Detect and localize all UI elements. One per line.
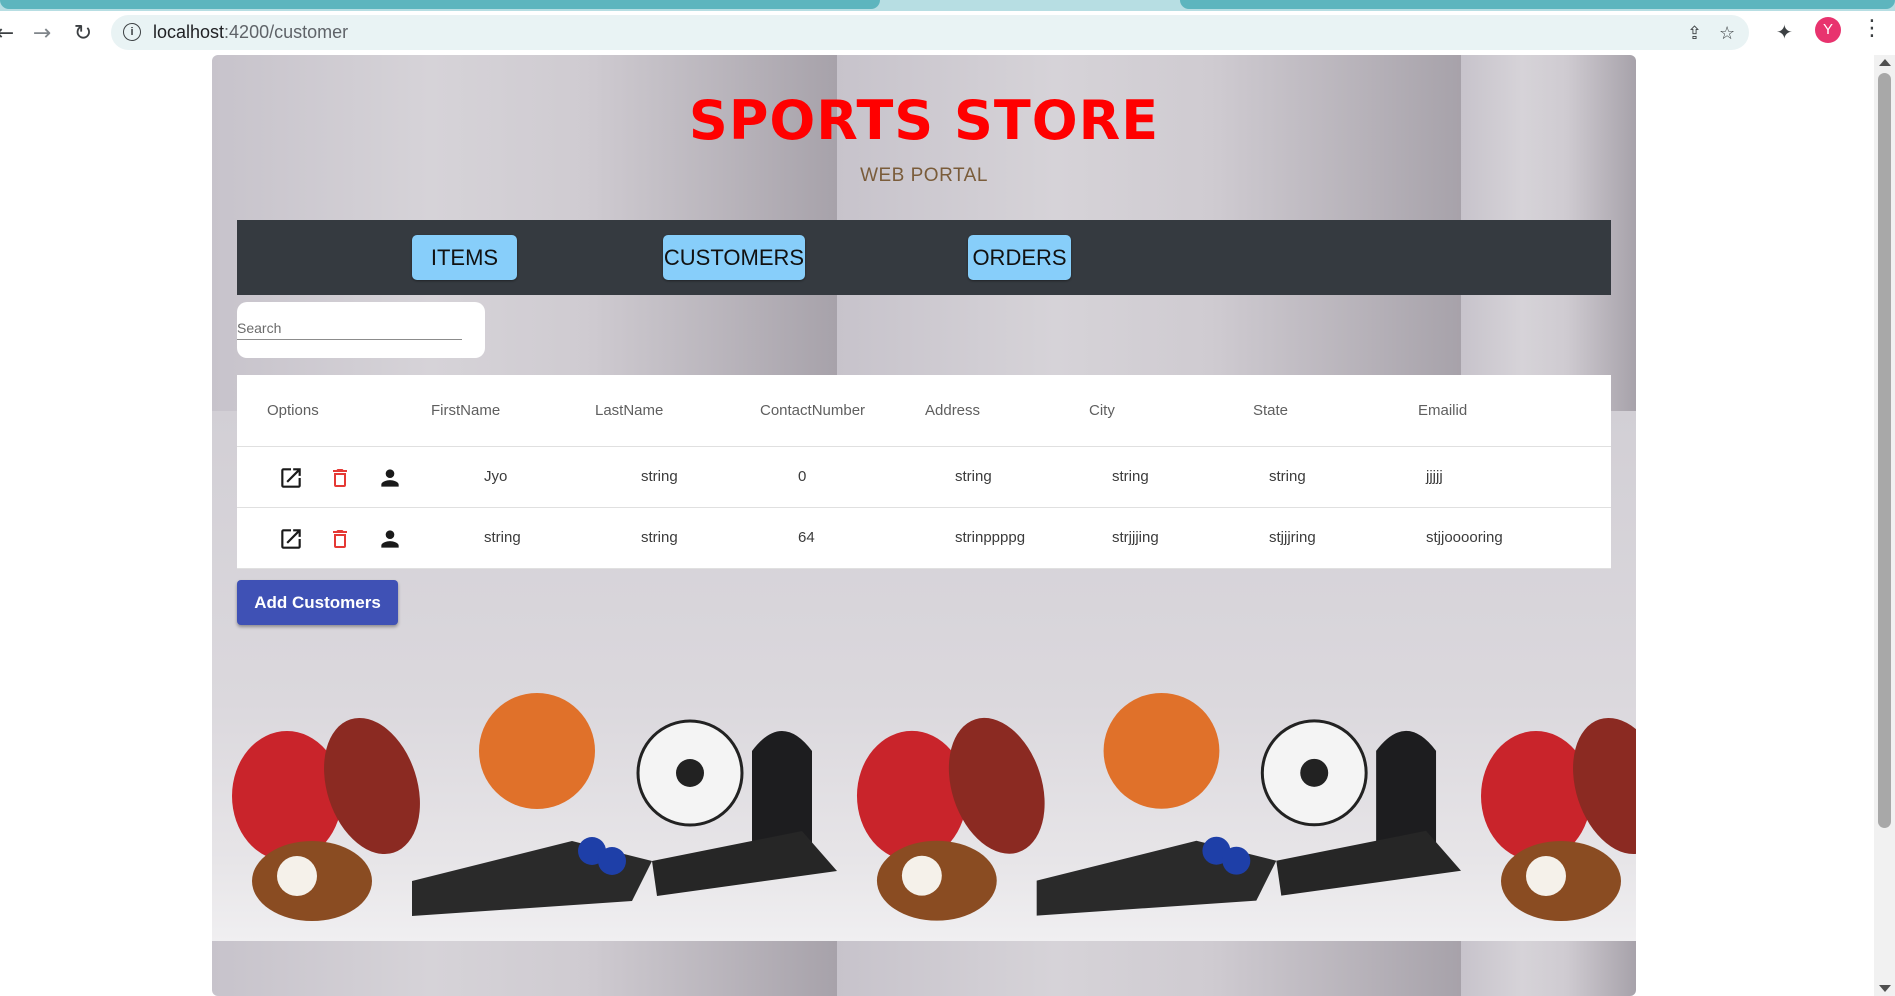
- cell-address: string: [955, 468, 992, 485]
- cell-emailid: stjjooooring: [1426, 529, 1503, 546]
- nav-orders-button[interactable]: ORDERS: [968, 235, 1071, 280]
- browser-tab[interactable]: [1180, 0, 1895, 9]
- column-header-options: Options: [267, 402, 319, 419]
- cell-city: strjjjing: [1112, 529, 1159, 546]
- open-in-new-icon[interactable]: [277, 525, 305, 553]
- nav-customers-button[interactable]: CUSTOMERS: [663, 235, 805, 280]
- address-bar[interactable]: i localhost:4200/customer ⇪ ☆: [111, 15, 1749, 50]
- browser-tab[interactable]: [0, 0, 880, 9]
- search-input[interactable]: [237, 317, 462, 340]
- person-icon[interactable]: [376, 464, 404, 492]
- browser-tab-strip: [0, 0, 1895, 11]
- column-header-state: State: [1253, 402, 1289, 419]
- app-page: SPORTS STORE WEB PORTAL ITEMS CUSTOMERS …: [212, 55, 1636, 996]
- customers-table: Options FirstName LastName ContactNumber…: [237, 375, 1611, 569]
- open-in-new-icon[interactable]: [277, 464, 305, 492]
- nav-items-button[interactable]: ITEMS: [412, 235, 517, 280]
- column-header-city: City: [1089, 402, 1115, 419]
- forward-icon[interactable]: →: [29, 20, 55, 46]
- nav-bar: ITEMS CUSTOMERS ORDERS: [237, 220, 1611, 295]
- back-icon[interactable]: ←: [0, 20, 18, 46]
- reload-icon[interactable]: ↻: [70, 20, 96, 46]
- add-customers-button[interactable]: Add Customers: [237, 580, 398, 625]
- menu-icon[interactable]: ⋮: [1861, 16, 1883, 41]
- person-icon[interactable]: [376, 525, 404, 553]
- column-header-address: Address: [925, 402, 981, 419]
- table-header: Options FirstName LastName ContactNumber…: [237, 375, 1611, 447]
- cell-lastname: string: [641, 529, 678, 546]
- page-title: SPORTS STORE: [688, 89, 1160, 152]
- cell-contactnumber: 64: [798, 529, 815, 546]
- table-row: Jyo string 0 string string string jjjjj: [237, 447, 1611, 508]
- header: SPORTS STORE WEB PORTAL: [212, 91, 1636, 187]
- url-text: localhost:4200/customer: [153, 22, 349, 42]
- cell-firstname: Jyo: [484, 468, 508, 485]
- column-header-lastname: LastName: [595, 402, 664, 419]
- info-icon[interactable]: i: [123, 23, 141, 41]
- page-scrollbar[interactable]: [1874, 55, 1895, 996]
- page-subtitle: WEB PORTAL: [860, 165, 988, 186]
- cell-firstname: string: [484, 529, 521, 546]
- delete-icon[interactable]: [326, 464, 354, 492]
- column-header-emailid: Emailid: [1418, 402, 1468, 419]
- scroll-down-icon[interactable]: [1879, 985, 1891, 992]
- cell-address: strinppppg: [955, 529, 1026, 546]
- share-icon[interactable]: ⇪: [1687, 23, 1702, 44]
- scrollbar-thumb[interactable]: [1878, 73, 1891, 828]
- column-header-contactnumber: ContactNumber: [760, 402, 866, 419]
- star-icon[interactable]: ☆: [1719, 23, 1735, 44]
- table-row: string string 64 strinppppg strjjjing st…: [237, 508, 1611, 569]
- browser-toolbar: ← → ↻ i localhost:4200/customer ⇪ ☆: [0, 11, 1895, 54]
- scroll-up-icon[interactable]: [1879, 59, 1891, 66]
- cell-contactnumber: 0: [798, 468, 807, 485]
- avatar[interactable]: Y: [1815, 17, 1841, 43]
- cell-state: stjjjring: [1269, 529, 1316, 546]
- cell-emailid: jjjjj: [1426, 468, 1443, 485]
- cell-state: string: [1269, 468, 1306, 485]
- cell-city: string: [1112, 468, 1149, 485]
- delete-icon[interactable]: [326, 525, 354, 553]
- column-header-firstname: FirstName: [431, 402, 501, 419]
- extensions-icon[interactable]: ✦: [1776, 20, 1793, 44]
- cell-lastname: string: [641, 468, 678, 485]
- search-container: [237, 302, 485, 358]
